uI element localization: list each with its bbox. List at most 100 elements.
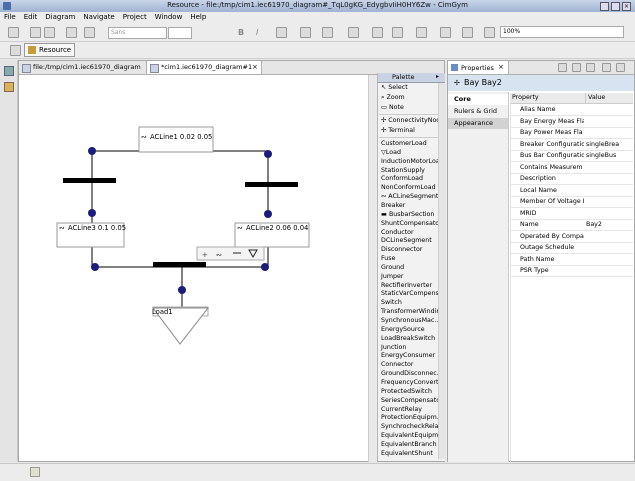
minimize-button[interactable] [600,2,609,11]
acline1-label[interactable]: ACLine1 0.02 0.05 [150,133,212,141]
fill-color-icon[interactable] [300,27,311,38]
palette-tool-select[interactable]: ↖ Select [381,84,408,91]
property-row[interactable]: Contains Measurem [510,162,633,174]
palette-item[interactable]: SynchronousMac... [381,317,440,324]
zoom-combo[interactable]: 100% [500,26,624,38]
print-icon[interactable] [44,27,55,38]
forward-icon[interactable] [84,27,95,38]
palette-item[interactable]: EquivalentEquipm... [381,432,444,439]
palette-item[interactable]: ∾ ACLineSegment [381,193,438,200]
palette-item[interactable]: Junction [381,344,406,351]
property-row[interactable]: Local Name [510,185,633,197]
acline3-label[interactable]: ACLine3 0.1 0.05 [68,224,126,232]
palette-item[interactable]: Breaker [381,202,405,209]
palette-item[interactable]: Switch [381,299,402,306]
close-tab-icon[interactable]: × [498,63,504,71]
palette-item[interactable]: Fuse [381,255,395,262]
menu-diagram[interactable]: Diagram [41,12,79,23]
bold-icon[interactable]: B [238,28,244,37]
palette-item[interactable]: StaticVarCompens... [381,290,445,297]
load1-label[interactable]: Load1 [152,308,173,316]
property-row[interactable]: Bay Power Meas Fla [510,127,633,139]
palette-tool-zoom[interactable]: ⌕ Zoom [381,94,405,102]
property-row[interactable]: MRID [510,208,633,220]
palette-item[interactable]: ShuntCompensator [381,220,442,227]
restore-icon[interactable] [4,66,14,76]
new-icon[interactable] [8,27,19,38]
arrange-icon[interactable] [372,27,383,38]
open-perspective-icon[interactable] [10,45,21,56]
maximize-view-icon[interactable] [616,63,625,72]
resource-perspective-button[interactable]: Resource [24,43,76,57]
back-icon[interactable] [66,27,77,38]
palette-item[interactable]: ▽Load [381,149,401,156]
palette-item[interactable]: RectifierInverter [381,282,432,289]
property-row[interactable]: Description [510,173,633,185]
palette-item[interactable]: TransformerWinding [381,308,444,315]
palette-item[interactable]: EquivalentBranch [381,441,437,448]
palette-item[interactable]: Conductor [381,229,414,236]
palette-item[interactable]: EnergyConsumer [381,352,435,359]
property-value[interactable]: Bay2 [586,219,602,230]
fast-view-icon[interactable] [30,467,40,477]
palette-item[interactable]: Jumper [381,273,403,280]
palette-item[interactable]: ConformLoad [381,175,423,182]
close-button[interactable]: × [622,2,631,11]
acline2-label[interactable]: ACLine2 0.06 0.04 [246,224,308,232]
properties-icon[interactable] [484,27,495,38]
font-combo[interactable]: Sans [108,27,167,39]
property-row[interactable]: Operated By Compa [510,231,633,243]
property-row[interactable]: Member Of Voltage I [510,196,633,208]
pin-icon[interactable] [558,63,567,72]
property-row[interactable]: Outage Schedule [510,242,633,254]
property-row[interactable]: Alias Name [510,104,633,116]
minimize-view-icon[interactable] [602,63,611,72]
palette-item[interactable]: Ground [381,264,404,271]
save-icon[interactable] [30,27,41,38]
palette-item[interactable]: ProtectedSwitch [381,388,432,395]
font-size-combo[interactable] [168,27,192,39]
palette-terminal[interactable]: ✢ Terminal [381,127,415,134]
palette-item[interactable]: ProtectionEquipm... [381,414,443,421]
palette-item[interactable]: CustomerLoad [381,140,427,147]
menu-edit[interactable]: Edit [20,12,42,23]
property-value[interactable]: singleBus [586,150,616,161]
property-row[interactable]: PSR Type [510,265,633,277]
snap-icon[interactable] [462,27,473,38]
select-all-icon[interactable] [392,27,403,38]
close-tab-icon[interactable]: × [252,61,258,74]
section-rulers-grid[interactable]: Rulers & Grid [448,106,508,117]
zoom-out-icon[interactable] [440,27,451,38]
section-appearance[interactable]: Appearance [448,118,508,129]
tab-diagram-active[interactable]: *cim1.iec61970_diagram#1 × [147,61,262,74]
palette-item[interactable]: InductionMotorLoad [381,158,444,165]
property-row[interactable]: Bus Bar Configuratio singleBus [510,150,633,162]
palette-item[interactable]: NonConformLoad [381,184,436,191]
property-row[interactable]: Bay Energy Meas Fla [510,116,633,128]
font-color-icon[interactable] [276,27,287,38]
palette-item[interactable]: Disconnector [381,246,422,253]
align-icon[interactable] [348,27,359,38]
palette-scrollbar[interactable] [438,83,445,459]
menu-navigate[interactable]: Navigate [79,12,118,23]
line-color-icon[interactable] [322,27,333,38]
view-menu-icon[interactable] [586,63,595,72]
property-row[interactable]: Name Bay2 [510,219,633,231]
maximize-button[interactable] [611,2,620,11]
property-row[interactable]: Breaker Configuratio singleBrea [510,139,633,151]
editor-scrollbar[interactable] [368,75,377,462]
palette-item[interactable]: SeriesCompensator [381,397,443,404]
palette-tool-note[interactable]: ▭ Note▾ [381,104,444,111]
menu-file[interactable]: File [0,12,20,23]
palette-item[interactable]: CurrentRelay [381,406,422,413]
palette-item[interactable]: LoadBreakSwitch [381,335,435,342]
palette-item[interactable]: Connector [381,361,413,368]
property-row[interactable]: Path Name [510,254,633,266]
zoom-in-icon[interactable] [416,27,427,38]
section-core[interactable]: Core [448,94,508,105]
menu-help[interactable]: Help [186,12,210,23]
palette-connectivitynode[interactable]: ✢ ConnectivityNode [381,117,444,124]
palette-item[interactable]: DCLineSegment [381,237,432,244]
palette-item[interactable]: EquivalentShunt [381,450,433,457]
tab-diagram-file[interactable]: file:/tmp/cim1.iec61970_diagram [19,61,147,74]
